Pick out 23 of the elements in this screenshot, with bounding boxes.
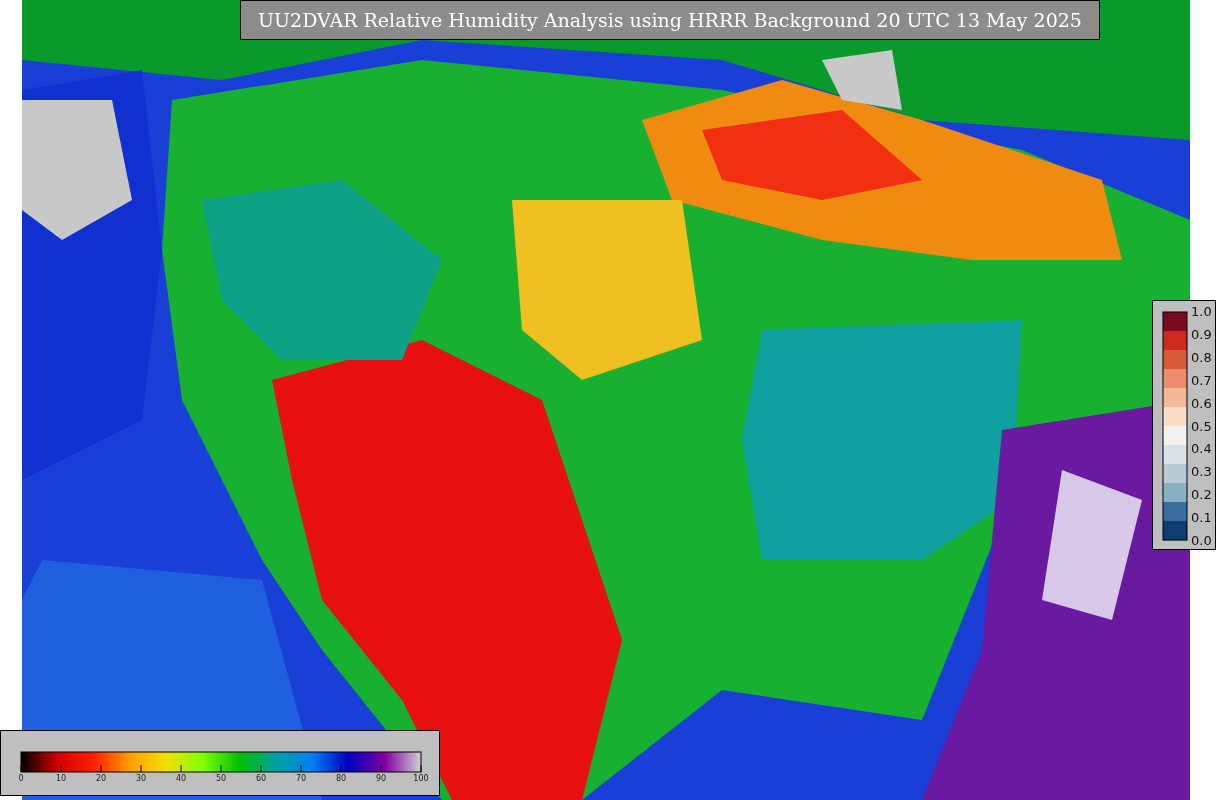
colorbar-tick-label: 0.0 bbox=[1191, 533, 1212, 547]
colorbar-tick-label: 0.5 bbox=[1191, 419, 1212, 432]
colorbar-tick-label: 0.7 bbox=[1191, 373, 1212, 387]
colorbar-tick-label: 0.2 bbox=[1191, 487, 1212, 501]
colorbar-tick-label: 0.3 bbox=[1191, 464, 1212, 478]
colorbar-tick-label: 60 bbox=[255, 775, 267, 783]
colorbar-tick-label: 30 bbox=[135, 775, 147, 783]
colorbar-tick-label: 1.0 bbox=[1191, 304, 1212, 318]
colorbar-tick-label: 10 bbox=[55, 775, 67, 783]
map-title: UU2DVAR Relative Humidity Analysis using HRRR Background 20 UTC 13 May 2025 bbox=[240, 0, 1100, 40]
colorbar-tick-label: 70 bbox=[295, 775, 307, 783]
colorbar-tick-label: 0.4 bbox=[1191, 441, 1212, 455]
colorbar-tick-label: 50 bbox=[215, 775, 227, 783]
colorbar-tick-label: 100 bbox=[413, 775, 429, 783]
colorbar-tick-label: 90 bbox=[375, 775, 387, 783]
colorbar-tick-label: 0.1 bbox=[1191, 510, 1212, 524]
colorbar-tick-label: 40 bbox=[175, 775, 187, 783]
colorbar-tick-label: 0.9 bbox=[1191, 327, 1212, 341]
colorbar-tick-label: 0.6 bbox=[1191, 396, 1212, 410]
colorbar-tick-label: 0.8 bbox=[1191, 350, 1212, 364]
colorbar-tick-label: 20 bbox=[95, 775, 107, 783]
colorbar-tick-label: 80 bbox=[335, 775, 347, 783]
colorbar-tick-label: 0 bbox=[18, 775, 24, 783]
